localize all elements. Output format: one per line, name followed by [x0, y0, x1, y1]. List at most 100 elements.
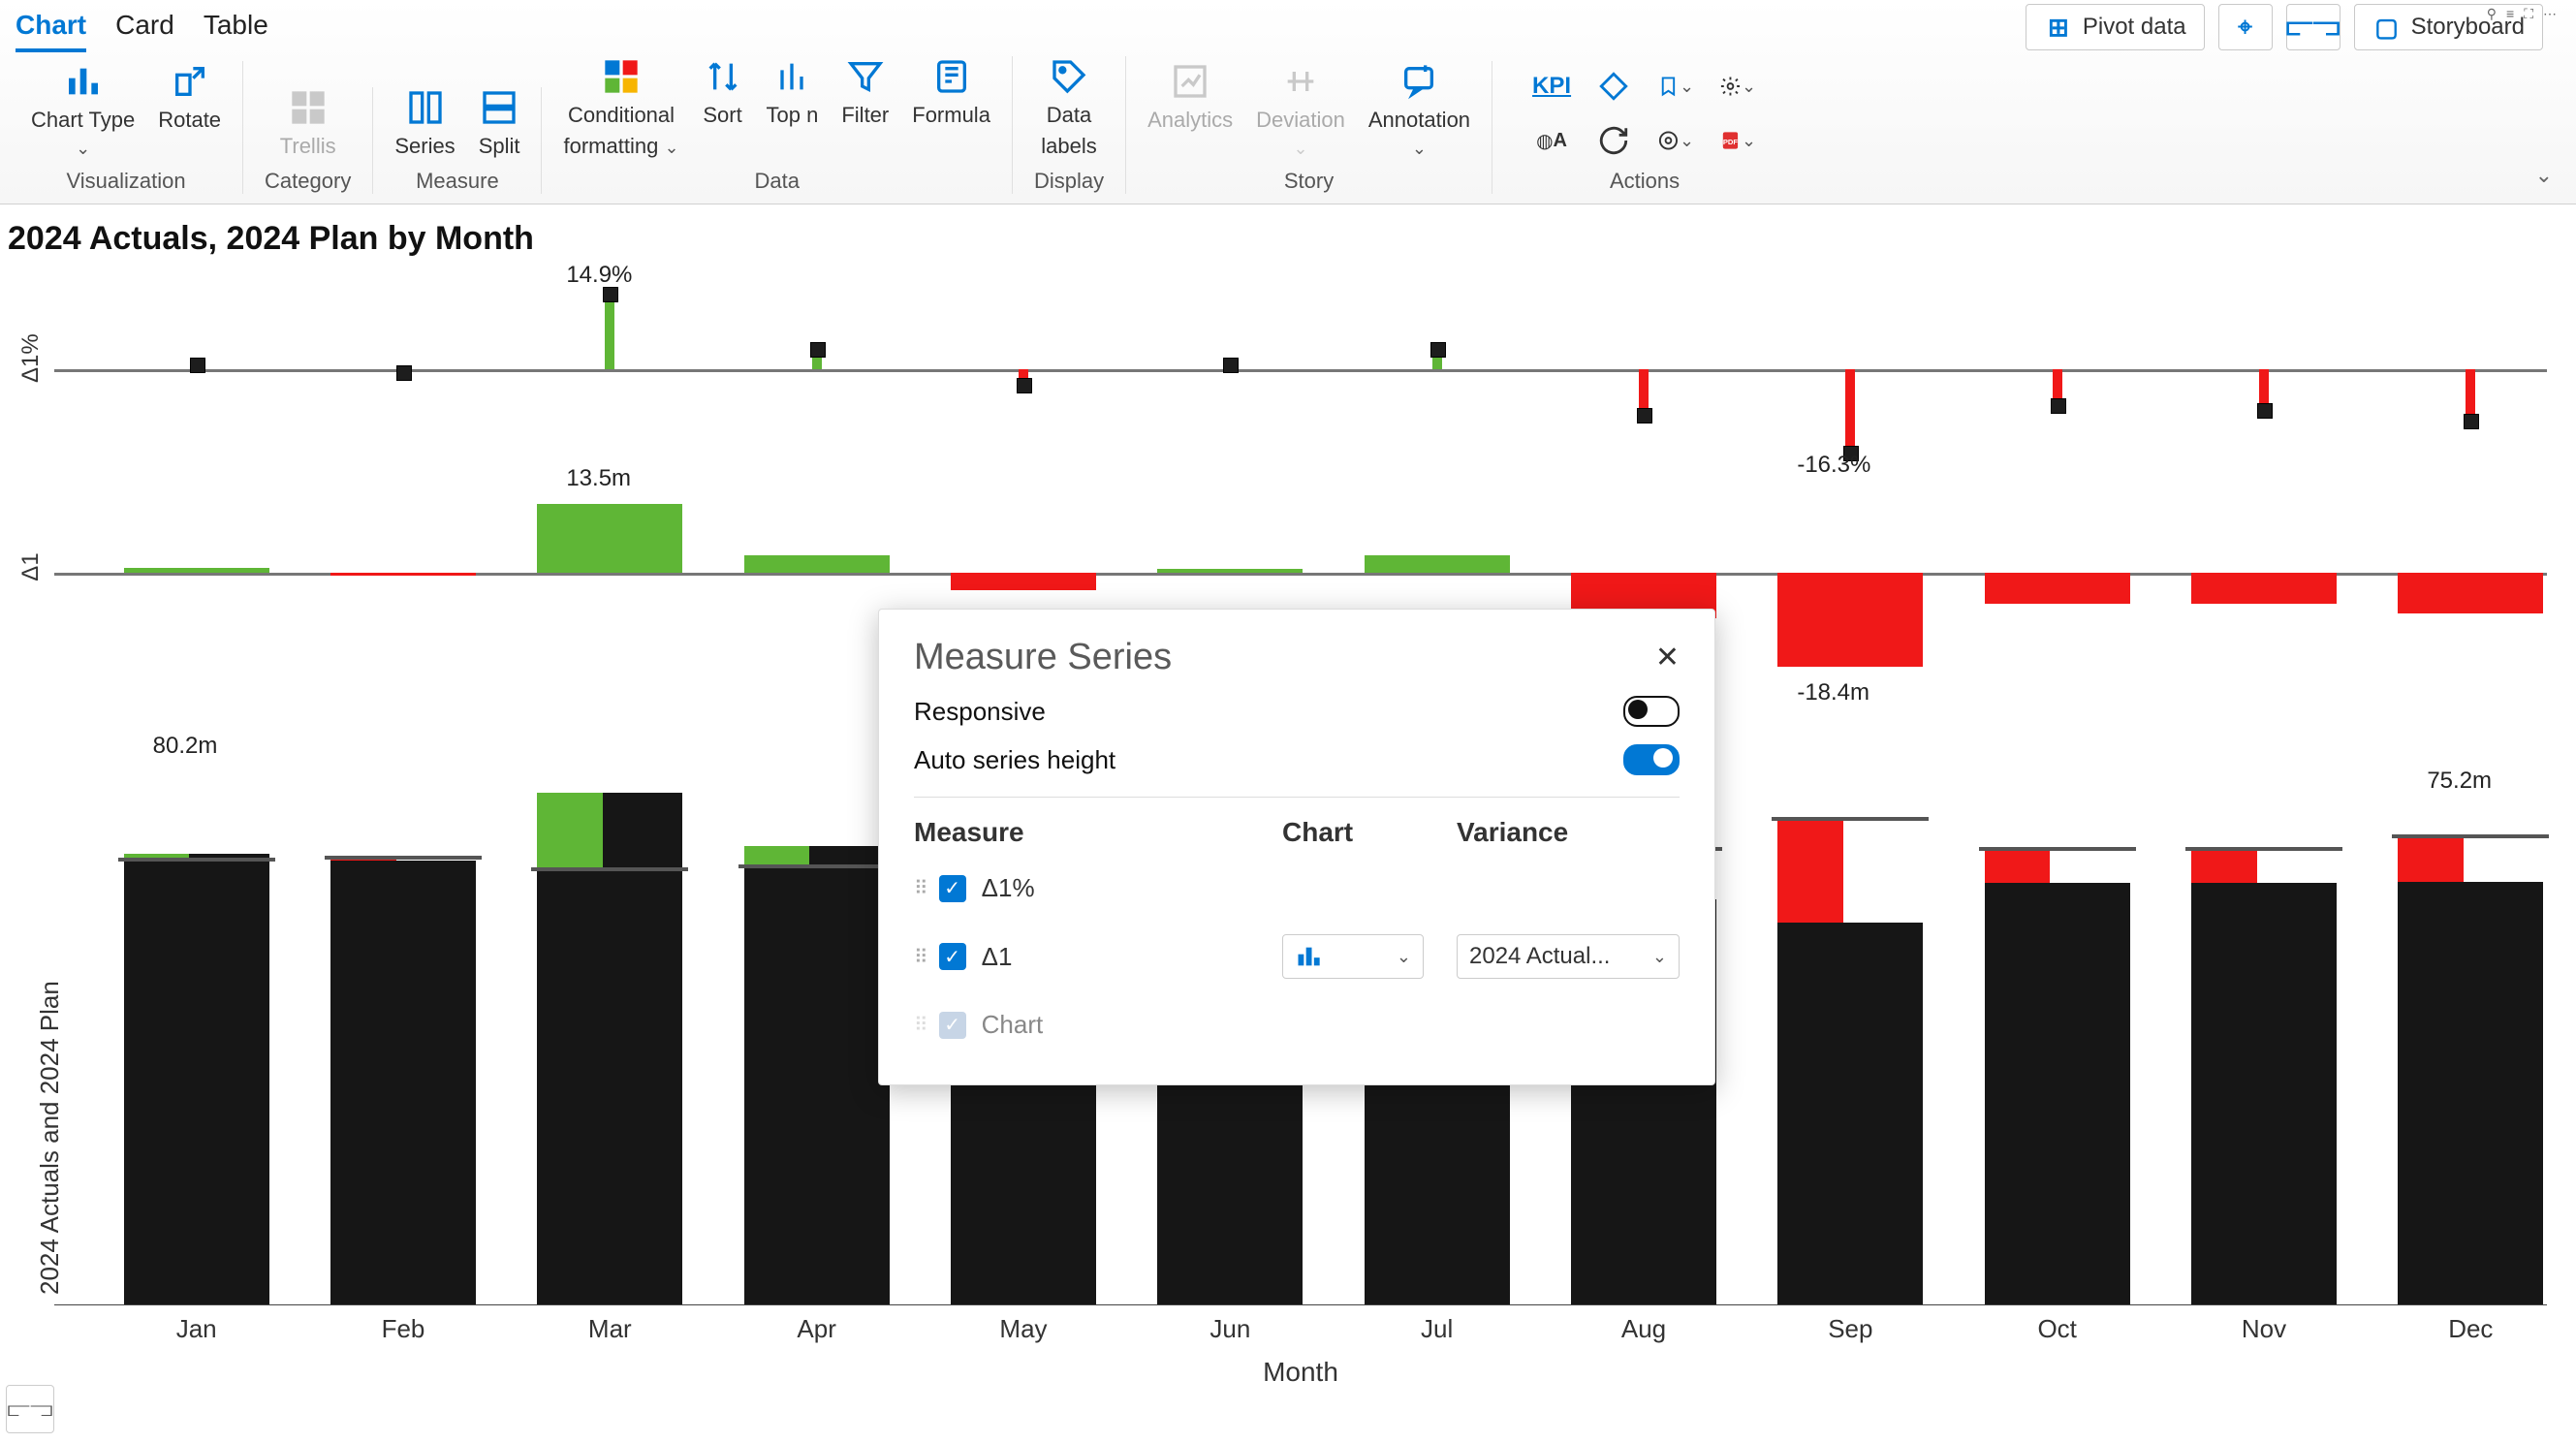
- actual-bar: [1985, 883, 2130, 1304]
- bookmark-button[interactable]: ⌄: [1657, 68, 1694, 105]
- delta1-axis-label: Δ1: [17, 548, 45, 586]
- checkbox-chart[interactable]: ✓: [939, 1012, 966, 1039]
- theme-button[interactable]: [1595, 68, 1632, 105]
- group-title-actions: Actions: [1610, 169, 1680, 194]
- group-title-visualization: Visualization: [66, 169, 185, 194]
- pivot-label: Pivot data: [2083, 14, 2186, 41]
- pivot-data-button[interactable]: ⊞ Pivot data: [2026, 4, 2205, 50]
- pivot-icon: ⊞: [2044, 13, 2073, 42]
- ribbon-collapse-button[interactable]: ⌄: [2522, 157, 2566, 194]
- actual-label-first: 80.2m: [153, 733, 218, 760]
- more-icon[interactable]: ⋯: [2543, 6, 2559, 22]
- tab-chart[interactable]: Chart: [16, 4, 86, 52]
- plan-marker: [1772, 817, 1929, 821]
- formula-button[interactable]: Formula: [912, 56, 990, 128]
- drag-handle-icon[interactable]: ⠿: [914, 876, 926, 900]
- measure-row-delta1[interactable]: ⠿ ✓ Δ1 ⌄ 2024 Actual... ⌄: [914, 919, 1680, 994]
- variance-positive-bar: [537, 793, 603, 868]
- delta1pct-marker: [2051, 398, 2066, 414]
- x-tick: Jun: [1127, 1314, 1334, 1344]
- conditional-formatting-button[interactable]: Conditional formatting ⌄: [563, 56, 678, 159]
- plan-marker: [118, 858, 275, 862]
- tab-card[interactable]: Card: [115, 4, 174, 52]
- focus-icon[interactable]: ≡: [2506, 6, 2516, 22]
- actual-label-last: 75.2m: [2427, 768, 2492, 795]
- close-icon[interactable]: ✕: [1655, 641, 1680, 674]
- auto-series-toggle[interactable]: [1623, 744, 1680, 775]
- delta1pct-marker: [1637, 408, 1652, 423]
- chart-title: 2024 Actuals, 2024 Plan by Month: [6, 214, 2547, 267]
- delta1-label-min: -18.4m: [1797, 679, 1869, 706]
- col-header-chart: Chart: [1282, 817, 1457, 848]
- measure-row-chart[interactable]: ⠿ ✓ Chart: [914, 994, 1680, 1055]
- delta1pct-bar: [1845, 369, 1855, 453]
- tab-table[interactable]: Table: [204, 4, 268, 52]
- variance-negative-bar: [1777, 819, 1843, 923]
- plan-marker: [2392, 834, 2549, 838]
- filter-button[interactable]: Filter: [841, 56, 889, 128]
- kpi-button[interactable]: KPI: [1533, 68, 1570, 105]
- chevron-down-icon: ⌄: [1397, 947, 1411, 967]
- delta1-bar: [124, 568, 269, 573]
- chart-type-icon: [63, 61, 104, 102]
- analytics-button[interactable]: Analytics: [1147, 61, 1233, 133]
- drag-handle-icon[interactable]: ⠿: [914, 1013, 926, 1037]
- checkbox-delta1pct[interactable]: ✓: [939, 875, 966, 902]
- expand-icon[interactable]: ⛶: [2524, 6, 2535, 22]
- chart-quick-button[interactable]: ⫍⫎: [2286, 4, 2340, 50]
- measure-label: Δ1: [982, 942, 1282, 972]
- rotate-icon: [170, 61, 210, 102]
- x-tick: Aug: [1540, 1314, 1746, 1344]
- col-header-variance: Variance: [1457, 817, 1680, 848]
- reading-mode-button[interactable]: ◍A: [1533, 122, 1570, 159]
- variance-negative-bar: [2398, 836, 2464, 881]
- y-axis-title: 2024 Actuals and 2024 Plan: [35, 981, 65, 1295]
- x-tick: Jul: [1334, 1314, 1540, 1344]
- group-title-category: Category: [265, 169, 351, 194]
- delta1-bar: [537, 504, 682, 573]
- settings-button[interactable]: ⌄: [1719, 68, 1756, 105]
- x-tick: Dec: [2368, 1314, 2574, 1344]
- variance-select-label: 2024 Actual...: [1469, 943, 1610, 970]
- x-tick: Oct: [1954, 1314, 2160, 1344]
- refresh-button[interactable]: [1595, 122, 1632, 159]
- group-title-data: Data: [754, 169, 799, 194]
- x-tick: Jan: [93, 1314, 299, 1344]
- trellis-button[interactable]: Trellis: [280, 87, 336, 159]
- split-button[interactable]: Split: [479, 87, 520, 159]
- annotation-button[interactable]: Annotation ⌄: [1368, 61, 1470, 159]
- corner-options-button[interactable]: ⫍⫎: [6, 1385, 54, 1433]
- delta1pct-marker: [1430, 342, 1446, 358]
- deviation-icon: [1280, 61, 1321, 102]
- sort-icon: [703, 56, 743, 97]
- analytics-icon: [1170, 61, 1210, 102]
- trellis-icon: [288, 87, 329, 128]
- delta1-bar: [1365, 555, 1510, 573]
- checkbox-delta1[interactable]: ✓: [939, 943, 966, 970]
- topn-button[interactable]: Top n: [767, 56, 819, 128]
- rotate-button[interactable]: Rotate: [158, 61, 221, 133]
- delta1pct-marker: [1223, 358, 1239, 373]
- measure-row-delta1pct[interactable]: ⠿ ✓ Δ1%: [914, 858, 1680, 919]
- deviation-button[interactable]: Deviation ⌄: [1256, 61, 1345, 159]
- sort-button[interactable]: Sort: [703, 56, 743, 128]
- variance-positive-bar: [744, 846, 810, 865]
- config-button[interactable]: ⌄: [1657, 122, 1694, 159]
- responsive-toggle[interactable]: [1623, 696, 1680, 727]
- filter-quick-button[interactable]: ⌖: [2218, 4, 2273, 50]
- delta1-bar: [2191, 573, 2337, 604]
- export-pdf-button[interactable]: PDF ⌄: [1719, 122, 1756, 159]
- chart-type-select[interactable]: ⌄: [1282, 934, 1424, 979]
- drag-handle-icon[interactable]: ⠿: [914, 945, 926, 969]
- actual-bar: [2398, 882, 2543, 1304]
- storyboard-icon: ▢: [2372, 13, 2402, 42]
- chart-type-button[interactable]: Chart Type ⌄: [31, 61, 135, 159]
- annotation-icon: [1398, 61, 1439, 102]
- auto-series-label: Auto series height: [914, 745, 1115, 775]
- data-labels-button[interactable]: Data labels: [1041, 56, 1096, 159]
- variance-select[interactable]: 2024 Actual... ⌄: [1457, 934, 1680, 979]
- actual-bar: [2191, 883, 2337, 1304]
- pin-icon[interactable]: ⚲: [2487, 6, 2498, 22]
- series-button[interactable]: Series: [394, 87, 455, 159]
- group-measure: Series Split Measure: [373, 87, 542, 194]
